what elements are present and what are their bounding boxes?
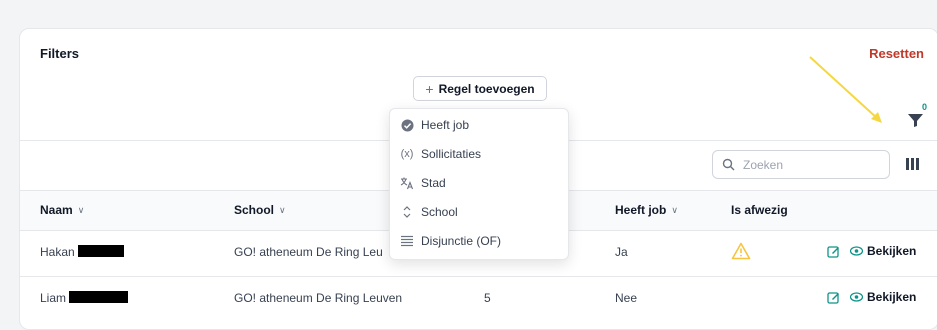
column-header-is-afwezig: Is afwezig (731, 203, 788, 217)
redaction-block (69, 291, 129, 303)
row-actions: Bekijken (827, 290, 916, 304)
view-button[interactable]: Bekijken (850, 290, 916, 304)
chevron-down-icon: ∨ (77, 204, 85, 215)
add-rule-menu: Heeft job (x) Sollicitaties Stad School (389, 108, 569, 260)
filters-title: Filters (40, 46, 80, 61)
cell-naam: Hakan (40, 245, 125, 259)
cell-school: GO! atheneum De Ring Leu (234, 245, 383, 259)
view-button[interactable]: Bekijken (850, 244, 916, 258)
chevron-down-icon: ∨ (279, 204, 286, 215)
menu-item-label: Stad (421, 176, 446, 190)
menu-item-sollicitaties[interactable]: (x) Sollicitaties (400, 147, 481, 161)
column-header-naam[interactable]: Naam ∨ (40, 203, 84, 217)
redaction-block (78, 245, 125, 257)
warning-icon (731, 242, 751, 260)
eye-icon (850, 246, 863, 256)
column-header-school[interactable]: School ∨ (234, 203, 286, 217)
menu-item-stad[interactable]: Stad (400, 176, 446, 190)
add-rule-button[interactable]: + Regel toevoegen (413, 76, 547, 101)
cell-heeft-job: Nee (615, 291, 638, 305)
plus-icon: + (425, 80, 434, 97)
menu-item-label: Sollicitaties (421, 147, 482, 161)
column-header-heeft-job[interactable]: Heeft job ∨ (615, 203, 678, 217)
variable-icon: (x) (400, 148, 414, 160)
cell-count: 5 (484, 291, 491, 305)
lines-icon (400, 234, 414, 248)
filter-icon[interactable] (905, 109, 927, 131)
table-row: Liam GO! atheneum De Ring Leuven 5 Nee B… (20, 277, 937, 322)
reset-button[interactable]: Resetten (869, 46, 924, 61)
search-field[interactable] (712, 150, 890, 179)
add-rule-label: Regel toevoegen (438, 81, 535, 96)
updown-icon (400, 205, 414, 219)
menu-item-label: School (421, 205, 458, 219)
search-icon (722, 158, 735, 171)
edit-icon[interactable] (827, 291, 840, 304)
chevron-down-icon: ∨ (671, 204, 678, 215)
filter-count-badge: 0 (922, 102, 928, 112)
check-circle-icon (400, 118, 414, 132)
menu-item-label: Heeft job (421, 118, 470, 132)
cell-naam: Liam (40, 291, 129, 305)
menu-item-label: Disjunctie (OF) (421, 234, 502, 248)
eye-icon (850, 292, 863, 302)
menu-item-heeft-job[interactable]: Heeft job (400, 118, 469, 132)
search-input[interactable] (741, 156, 885, 173)
view-label: Bekijken (867, 290, 917, 304)
cell-heeft-job: Ja (615, 245, 628, 259)
menu-item-school[interactable]: School (400, 205, 458, 219)
cell-school: GO! atheneum De Ring Leuven (234, 291, 403, 305)
translate-icon (400, 176, 414, 190)
edit-icon[interactable] (827, 245, 840, 258)
view-label: Bekijken (867, 244, 917, 258)
row-actions: Bekijken (827, 244, 916, 258)
menu-item-disjunctie[interactable]: Disjunctie (OF) (400, 234, 501, 248)
columns-icon[interactable] (906, 158, 920, 170)
